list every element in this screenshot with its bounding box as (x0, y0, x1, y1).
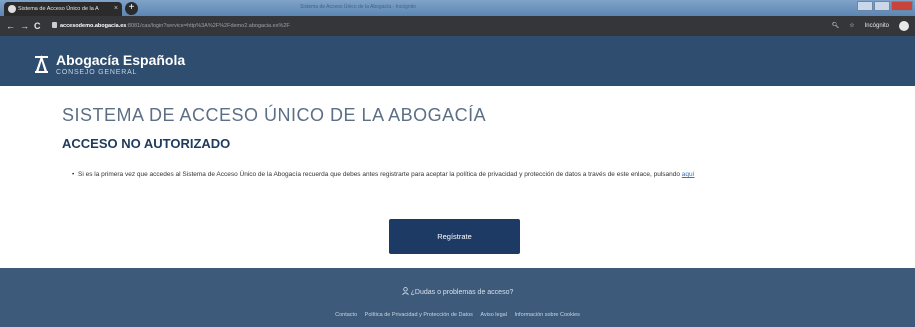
window-title: Sistema de Acceso Único de la Abogacía -… (300, 4, 416, 10)
window-controls (857, 1, 913, 11)
tab-close-icon[interactable]: × (114, 2, 118, 16)
user-icon (401, 287, 409, 295)
help-link-text: ¿Dudas o problemas de acceso? (410, 289, 514, 296)
footer-link-cookies[interactable]: Información sobre Cookies (514, 312, 579, 318)
close-window-button[interactable] (891, 1, 913, 11)
incognito-icon[interactable] (899, 21, 909, 31)
footer-link-legal[interactable]: Aviso legal (480, 312, 507, 318)
footer-link-privacy[interactable]: Política de Privacidad y Protección de D… (365, 312, 473, 318)
back-button[interactable]: ← (6, 20, 15, 32)
reload-button[interactable]: C (34, 20, 41, 32)
minimize-button[interactable] (857, 1, 873, 11)
incognito-label: Incógnito (864, 23, 889, 29)
brand-name[interactable]: Abogacía Española (56, 52, 185, 68)
browser-titlebar: Sistema de Acceso Único de la A × + Sist… (0, 0, 915, 16)
zoom-icon[interactable]: 🔍︎ (832, 20, 840, 32)
site-favicon-icon (8, 5, 16, 13)
bullet-icon: • (72, 171, 75, 178)
bookmark-star-icon[interactable]: ☆ (849, 20, 854, 32)
register-button[interactable]: Regístrate (389, 219, 520, 254)
url-bar[interactable]: accesodemo.abogacia.es:8081/cas/login?se… (60, 19, 900, 33)
url-path: :8081/cas/login?service=http%3A%2F%2Fdem… (126, 23, 290, 29)
footer-links: Contacto Política de Privacidad y Protec… (0, 311, 915, 319)
url-host: accesodemo.abogacia.es (60, 23, 127, 29)
footer-link-contacto[interactable]: Contacto (335, 312, 357, 318)
maximize-button[interactable] (874, 1, 890, 11)
brand-subtitle: CONSEJO GENERAL (56, 69, 138, 76)
browser-tab[interactable]: Sistema de Acceso Único de la A × (4, 2, 122, 16)
new-tab-button[interactable]: + (125, 2, 138, 15)
abogacia-logo-icon[interactable] (34, 53, 49, 73)
registration-notice: • Si es la primera vez que accedes al Si… (72, 170, 898, 180)
page-title: SISTEMA DE ACCESO ÚNICO DE LA ABOGACÍA (62, 105, 487, 125)
tab-title: Sistema de Acceso Único de la A (18, 6, 99, 12)
notice-text: Si es la primera vez que accedes al Sist… (78, 171, 682, 178)
browser-toolbar: ← → C accesodemo.abogacia.es:8081/cas/lo… (0, 16, 915, 36)
lock-icon[interactable] (52, 22, 57, 28)
forward-button[interactable]: → (20, 20, 29, 32)
toolbar-right: 🔍︎ ☆ Incógnito (832, 20, 909, 32)
register-here-link[interactable]: aquí (682, 171, 695, 178)
error-title: ACCESO NO AUTORIZADO (62, 136, 231, 151)
help-access-link[interactable]: ¿Dudas o problemas de acceso? (0, 287, 915, 298)
